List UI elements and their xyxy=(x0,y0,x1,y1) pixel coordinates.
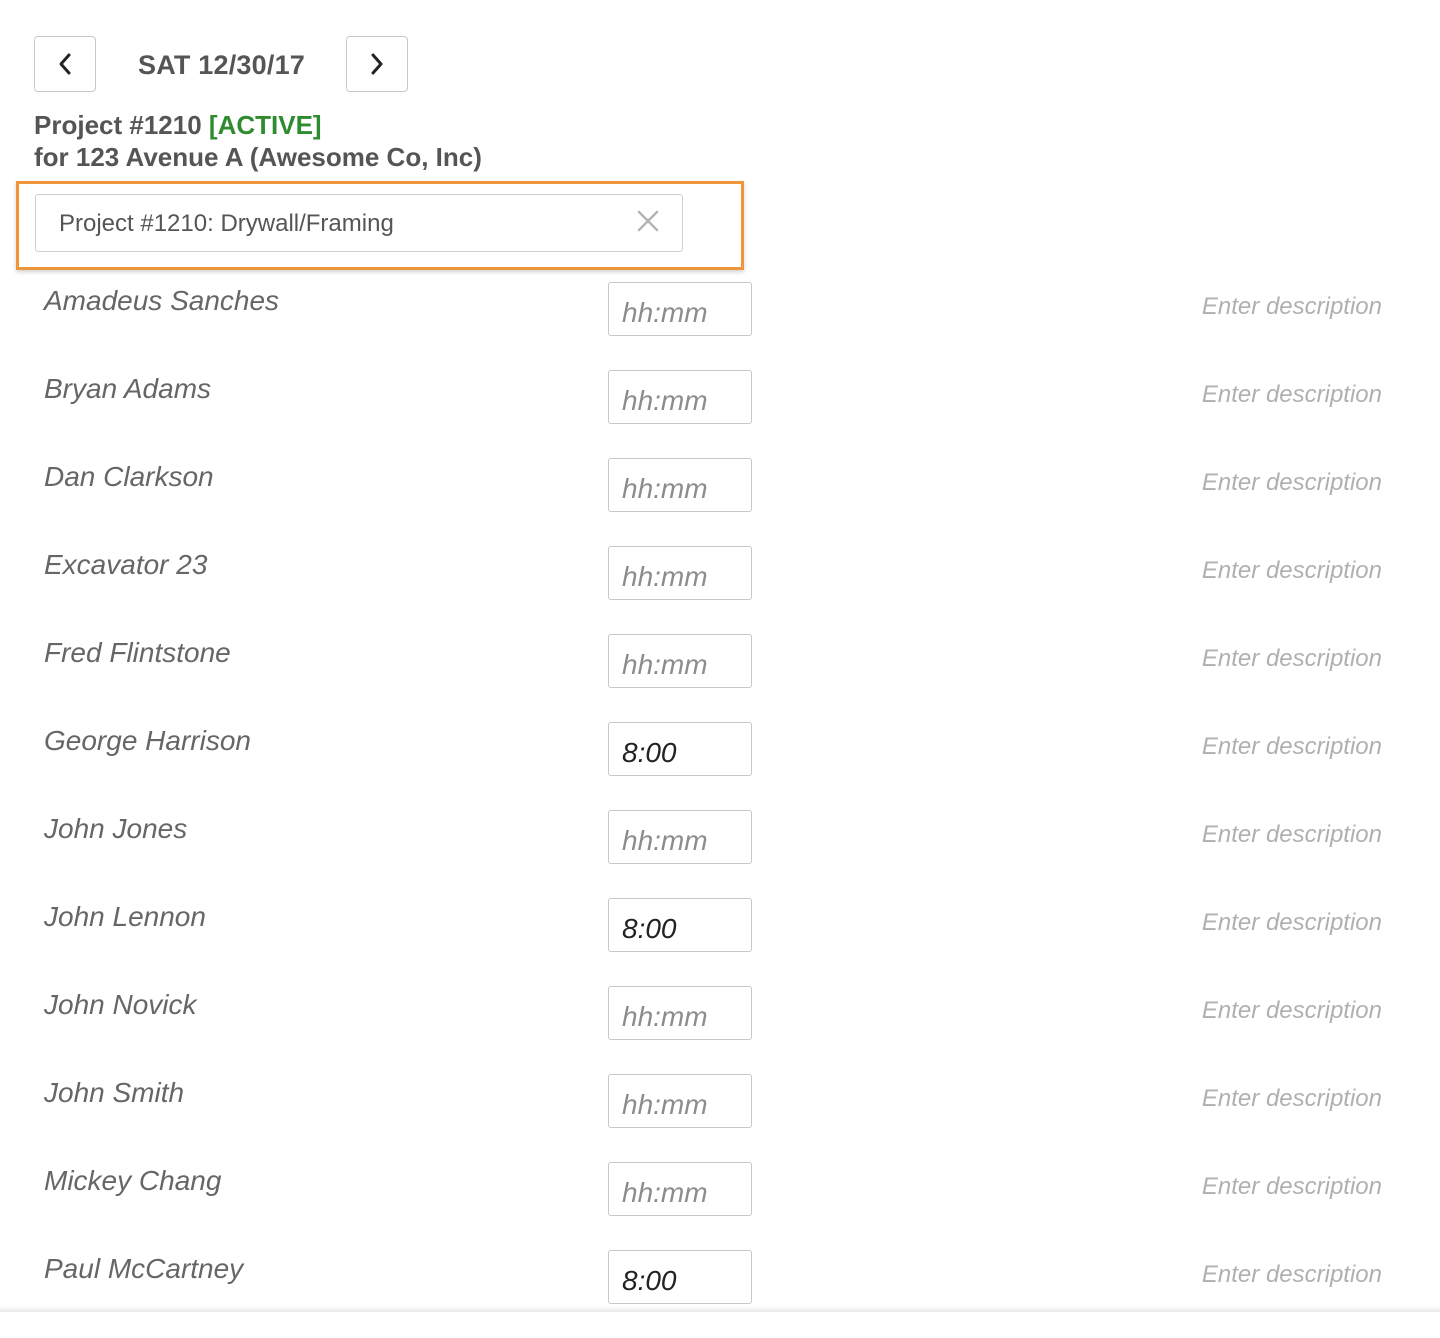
worker-row: Amadeus Sanches xyxy=(0,282,1440,370)
worker-row: Excavator 23 xyxy=(0,546,1440,634)
hours-input[interactable] xyxy=(608,810,752,864)
worker-name: Fred Flintstone xyxy=(44,637,231,668)
project-title: Project #1210 xyxy=(34,110,202,140)
chevron-left-icon xyxy=(59,53,71,75)
hours-input[interactable] xyxy=(608,546,752,600)
worker-name: George Harrison xyxy=(44,725,251,756)
worker-row: George Harrison xyxy=(0,722,1440,810)
description-input[interactable] xyxy=(1090,378,1382,412)
hours-input[interactable] xyxy=(608,898,752,952)
worker-name: Mickey Chang xyxy=(44,1165,222,1196)
worker-name: John Lennon xyxy=(44,901,206,932)
task-select-value: Project #1210: Drywall/Framing xyxy=(59,210,394,237)
task-select-highlight: Project #1210: Drywall/Framing xyxy=(16,181,744,270)
hours-input[interactable] xyxy=(608,722,752,776)
hours-input[interactable] xyxy=(608,458,752,512)
worker-row: John Novick xyxy=(0,986,1440,1074)
worker-name: John Smith xyxy=(44,1077,185,1108)
project-status-badge: [ACTIVE] xyxy=(208,110,322,140)
description-input[interactable] xyxy=(1090,818,1382,852)
description-input[interactable] xyxy=(1090,1258,1382,1292)
project-header: Project #1210 [ACTIVE] for 123 Avenue A … xyxy=(34,109,482,173)
previous-day-button[interactable] xyxy=(34,36,96,92)
description-input[interactable] xyxy=(1090,730,1382,764)
hours-input[interactable] xyxy=(608,1250,752,1304)
description-input[interactable] xyxy=(1090,994,1382,1028)
worker-row: John Smith xyxy=(0,1074,1440,1162)
description-input[interactable] xyxy=(1090,906,1382,940)
worker-row: Mickey Chang xyxy=(0,1162,1440,1250)
worker-name: John Jones xyxy=(44,813,188,844)
date-navigation: SAT 12/30/17 xyxy=(34,36,414,94)
current-date: SAT 12/30/17 xyxy=(138,50,305,80)
hours-input[interactable] xyxy=(608,370,752,424)
next-day-button[interactable] xyxy=(346,36,408,92)
hours-input[interactable] xyxy=(608,986,752,1040)
worker-time-list: Amadeus Sanches Bryan Adams Dan Clarkson Ex… xyxy=(0,282,1440,1338)
hours-input[interactable] xyxy=(608,1162,752,1216)
worker-name: Dan Clarkson xyxy=(44,461,214,492)
worker-row: John Lennon xyxy=(0,898,1440,986)
clear-task-button[interactable] xyxy=(636,209,660,233)
worker-name: John Novick xyxy=(44,989,197,1020)
hours-input[interactable] xyxy=(608,1074,752,1128)
hours-input[interactable] xyxy=(608,282,752,336)
project-subtitle: for 123 Avenue A (Awesome Co, Inc) xyxy=(34,142,482,172)
description-input[interactable] xyxy=(1090,642,1382,676)
worker-row: Bryan Adams xyxy=(0,370,1440,458)
worker-name: Excavator 23 xyxy=(44,549,208,580)
worker-row: Paul McCartney xyxy=(0,1250,1440,1338)
close-icon xyxy=(637,210,659,232)
worker-name: Amadeus Sanches xyxy=(44,285,280,316)
worker-name: Bryan Adams xyxy=(44,373,212,404)
chevron-right-icon xyxy=(371,53,383,75)
hours-input[interactable] xyxy=(608,634,752,688)
description-input[interactable] xyxy=(1090,290,1382,324)
task-select[interactable]: Project #1210: Drywall/Framing xyxy=(35,194,683,252)
description-input[interactable] xyxy=(1090,466,1382,500)
description-input[interactable] xyxy=(1090,554,1382,588)
description-input[interactable] xyxy=(1090,1082,1382,1116)
worker-row: Fred Flintstone xyxy=(0,634,1440,722)
worker-row: Dan Clarkson xyxy=(0,458,1440,546)
worker-name: Paul McCartney xyxy=(44,1253,244,1284)
description-input[interactable] xyxy=(1090,1170,1382,1204)
worker-row: John Jones xyxy=(0,810,1440,898)
bottom-fade xyxy=(0,1306,1440,1312)
